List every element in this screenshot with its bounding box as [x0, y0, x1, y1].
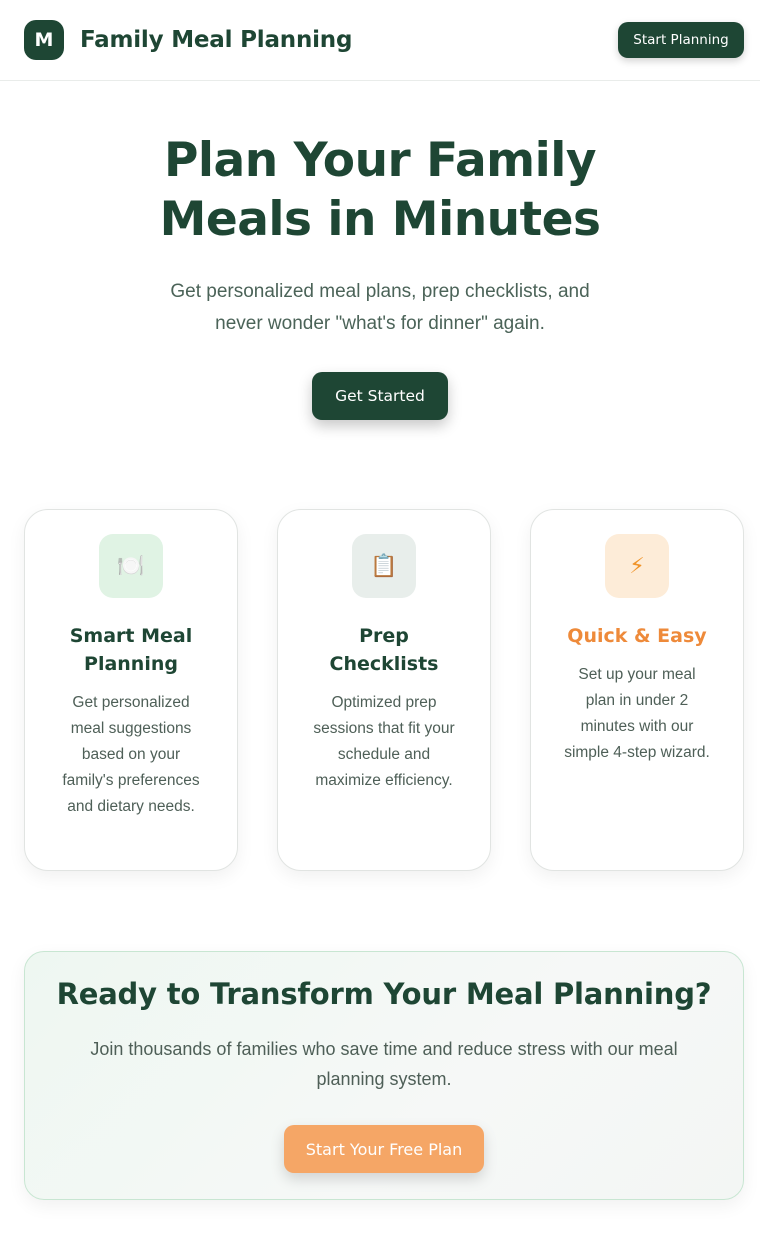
clipboard-icon: 📋 — [352, 534, 416, 598]
lightning-icon: ⚡ — [605, 534, 669, 598]
feature-description: Get personalized meal suggestions based … — [62, 694, 200, 815]
cta-title: Ready to Transform Your Meal Planning? — [56, 977, 712, 1011]
hero-subtitle: Get personalized meal plans, prep checkl… — [170, 281, 590, 334]
feature-title: Quick & Easy — [567, 625, 707, 647]
hero-title: Plan Your Family Meals in Minutes — [159, 133, 601, 247]
logo: M — [24, 20, 64, 60]
feature-title: Prep Checklists — [329, 625, 439, 675]
start-free-plan-button[interactable]: Start Your Free Plan — [284, 1125, 484, 1173]
feature-card-smart-meal-planning: 🍽️ Smart Meal Planning Get personalized … — [24, 509, 238, 871]
brand-name: Family Meal Planning — [80, 27, 353, 53]
hero-section: Plan Your Family Meals in Minutes Get pe… — [0, 81, 760, 420]
features-section: 🍽️ Smart Meal Planning Get personalized … — [0, 509, 760, 871]
site-header: M Family Meal Planning Start Planning — [0, 0, 760, 81]
feature-description: Optimized prep sessions that fit your sc… — [313, 694, 455, 789]
cta-subtitle: Join thousands of families who save time… — [90, 1039, 678, 1089]
feature-description: Set up your meal plan in under 2 minutes… — [564, 666, 710, 761]
start-planning-button[interactable]: Start Planning — [618, 22, 744, 58]
feature-title: Smart Meal Planning — [69, 625, 193, 675]
get-started-button[interactable]: Get Started — [312, 372, 448, 420]
feature-card-prep-checklists: 📋 Prep Checklists Optimized prep session… — [277, 509, 491, 871]
cta-section: Ready to Transform Your Meal Planning? J… — [24, 951, 744, 1200]
feature-card-quick-easy: ⚡ Quick & Easy Set up your meal plan in … — [530, 509, 744, 871]
brand[interactable]: M Family Meal Planning — [24, 20, 352, 60]
plate-utensils-icon: 🍽️ — [99, 534, 163, 598]
